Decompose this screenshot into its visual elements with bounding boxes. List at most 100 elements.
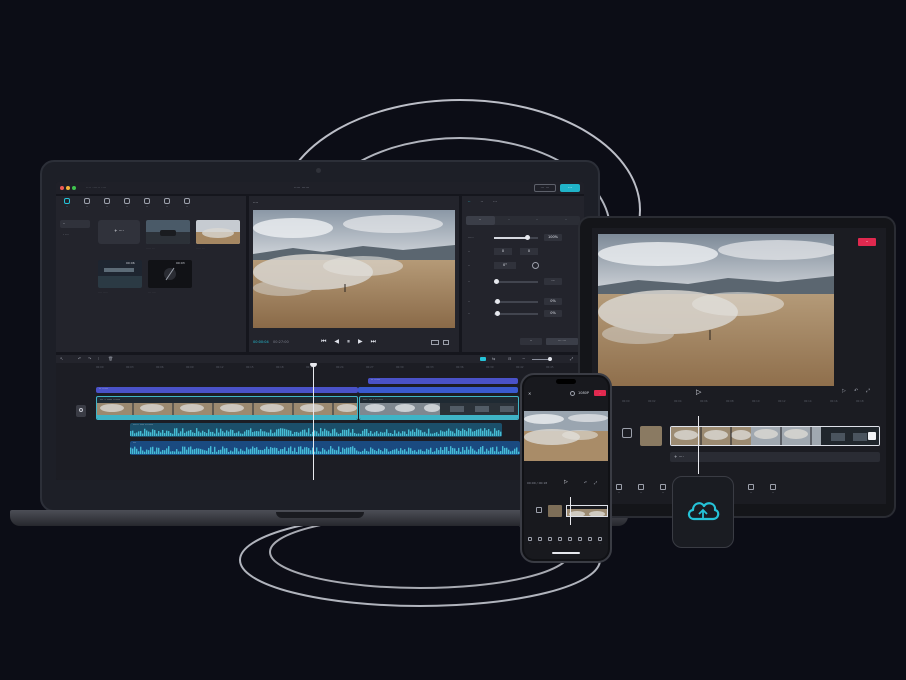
tool-filter[interactable]: ·· [180, 198, 194, 209]
scale-slider[interactable] [494, 235, 538, 240]
blend-slider[interactable] [494, 279, 538, 284]
phone-tool-5[interactable]: ·· [576, 537, 584, 545]
position-y-field[interactable]: 0 [520, 248, 538, 255]
tab-audio[interactable]: ·· [481, 199, 484, 204]
phone-preview-video[interactable] [524, 411, 608, 461]
text-clip-3[interactable] [358, 387, 518, 393]
phone-export-button[interactable]: ·· [594, 390, 606, 396]
redo-icon[interactable]: ↷ [88, 356, 91, 361]
phone-tool-0[interactable]: ·· [526, 537, 534, 545]
tablet-cover-thumb[interactable] [640, 426, 662, 446]
phone-audio-toggle-icon[interactable] [536, 507, 542, 513]
zoom-out-icon[interactable]: − [522, 356, 525, 361]
ratio-icon[interactable] [431, 340, 439, 345]
tablet-tool-2[interactable]: ·· [656, 484, 670, 495]
phone-close-icon[interactable]: ✕ [528, 391, 531, 396]
playhead[interactable] [313, 364, 314, 480]
tablet-video-track[interactable] [670, 426, 880, 446]
tablet-keyframe-icon[interactable]: ▷ [842, 388, 846, 394]
tab-video[interactable]: ·· [468, 199, 471, 204]
feather-slider[interactable] [494, 311, 538, 316]
rotate-field[interactable]: 0° [494, 262, 516, 269]
subtab-adjust[interactable]: ·· [552, 216, 581, 225]
tab-speed[interactable]: ··· [493, 199, 497, 204]
tool-effects[interactable]: ·· [140, 198, 154, 209]
tool-text[interactable]: ·· [100, 198, 114, 209]
tablet-timeline-ruler[interactable]: 00:00 00:02 00:04 00:06 00:08 00:10 00:12 00:14… [622, 400, 886, 404]
phone-cover-thumb[interactable] [548, 505, 562, 517]
phone-video-track[interactable] [566, 505, 608, 517]
subtab-basic[interactable]: ·· [466, 216, 495, 225]
undo-icon[interactable]: ↶ [78, 356, 81, 361]
close-window-button[interactable] [60, 186, 64, 190]
media-thumb-3[interactable] [98, 260, 142, 288]
tablet-undo-icon[interactable]: ↶ [854, 388, 858, 394]
rotate-dial-icon[interactable] [532, 262, 539, 269]
tablet-fullscreen-icon[interactable]: ⤢ [866, 388, 870, 394]
phone-tool-4[interactable]: ·· [566, 537, 574, 545]
phone-tool-1[interactable]: ·· [536, 537, 544, 545]
phone-resolution[interactable]: 1080P [578, 391, 589, 395]
skip-start-icon[interactable]: ⏮ [321, 338, 326, 346]
tablet-add-audio[interactable]: + ···· [670, 452, 880, 462]
phone-play-icon[interactable]: ▷ [564, 479, 568, 485]
phone-tool-7[interactable]: ·· [596, 537, 604, 545]
tablet-tool-7[interactable]: ·· [766, 484, 780, 495]
audio-clip-2[interactable]: ··· [130, 441, 520, 455]
tablet-play-icon[interactable]: ▷ [696, 388, 701, 396]
cover-button[interactable] [76, 405, 86, 417]
tablet-playhead[interactable] [698, 416, 699, 474]
apply-all-button[interactable]: ··· ··· [546, 338, 578, 345]
link-icon[interactable]: ⇆ [492, 356, 495, 361]
preview-video[interactable] [253, 210, 455, 328]
scale-value[interactable]: 100% [544, 234, 562, 241]
maximize-window-button[interactable] [72, 186, 76, 190]
phone-tool-3[interactable]: ·· [556, 537, 564, 545]
zoom-slider[interactable] [532, 357, 552, 361]
position-x-field[interactable]: 0 [494, 248, 512, 255]
phone-playhead[interactable] [570, 497, 571, 525]
tool-audio[interactable]: ·· [80, 198, 94, 209]
video-clip-2[interactable]: ···· ··· · ······· [359, 396, 519, 420]
import-button[interactable]: + ···· [98, 220, 140, 244]
tablet-audio-toggle-icon[interactable] [622, 428, 632, 438]
export-button[interactable]: ··· [560, 184, 580, 192]
timeline-ruler[interactable]: 00:00 00:03 00:06 00:09 00:12 00:15 00:18 00:21… [96, 366, 584, 370]
tool-sticker[interactable]: ·· [120, 198, 134, 209]
media-thumb-1[interactable] [146, 220, 190, 244]
feather-value[interactable]: 0% [544, 310, 562, 317]
text-clip-2[interactable]: ·· ····· [368, 378, 518, 384]
media-thumb-2[interactable] [196, 220, 240, 244]
tablet-tool-0[interactable]: ·· [612, 484, 626, 495]
tool-transition[interactable]: ·· [160, 198, 174, 209]
preview-axis-icon[interactable]: ⊟ [508, 356, 511, 361]
fit-timeline-icon[interactable]: ⤢ [570, 356, 573, 361]
phone-undo-icon[interactable]: ↶ [584, 480, 587, 485]
phone-help-icon[interactable] [570, 391, 575, 396]
phone-tool-2[interactable]: ·· [546, 537, 554, 545]
opacity-slider[interactable] [494, 299, 538, 304]
side-item-local[interactable]: ·· [60, 220, 90, 228]
side-item-library[interactable]: · ··· [60, 231, 90, 239]
tool-media[interactable]: ·· [60, 198, 74, 209]
delete-icon[interactable]: 🗑 [108, 356, 113, 361]
share-button[interactable]: ··· ··· [534, 184, 556, 192]
minimize-window-button[interactable] [66, 186, 70, 190]
reset-button[interactable]: ·· [520, 338, 542, 345]
snap-toggle-icon[interactable] [480, 357, 486, 361]
tablet-tool-1[interactable]: ·· [634, 484, 648, 495]
fullscreen-icon[interactable] [443, 340, 449, 345]
phone-fullscreen-icon[interactable]: ⤢ [594, 480, 597, 485]
subtab-mask[interactable]: ·· [523, 216, 552, 225]
split-icon[interactable]: ⫶ [98, 356, 99, 361]
audio-clip-1[interactable]: ····· ···· ······· [130, 423, 502, 437]
prev-frame-icon[interactable]: ◀ [334, 338, 339, 346]
pause-icon[interactable]: ⏸ [347, 338, 350, 346]
phone-tool-6[interactable]: ·· [586, 537, 594, 545]
next-frame-icon[interactable]: ▶ [358, 338, 363, 346]
project-menu[interactable]: ···· ······ ···· [86, 185, 106, 190]
media-thumb-4[interactable] [148, 260, 192, 288]
video-clip-1[interactable]: ··· · ····· ······ [96, 396, 358, 420]
text-clip-1[interactable]: ·· ····· [96, 387, 358, 393]
subtab-cutout[interactable]: ·· [495, 216, 524, 225]
